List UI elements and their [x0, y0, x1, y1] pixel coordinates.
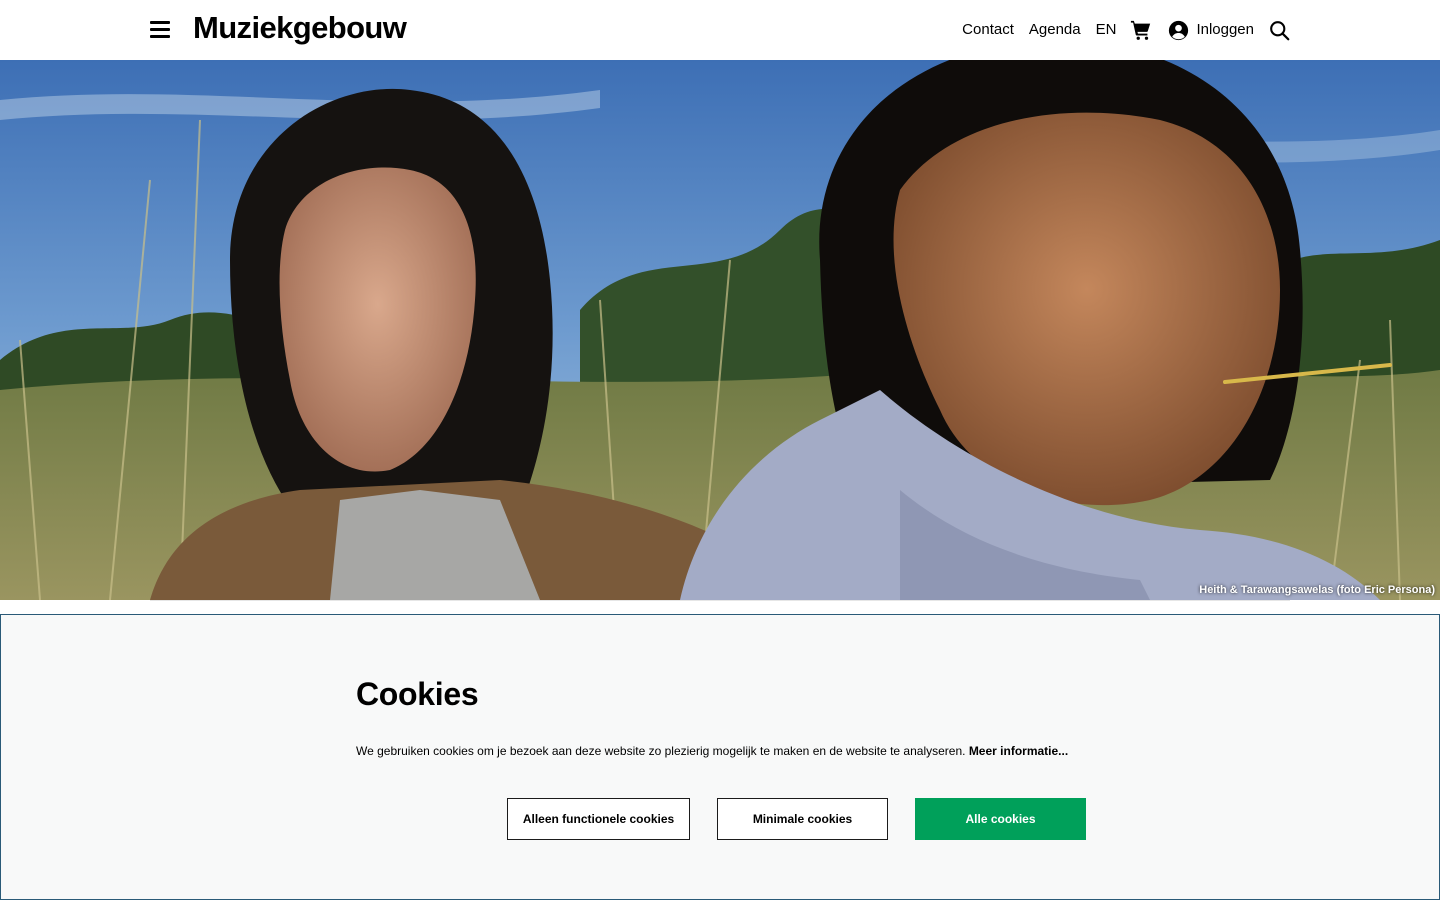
- language-switch-link[interactable]: EN: [1096, 18, 1117, 42]
- cart-icon[interactable]: [1130, 19, 1152, 41]
- accept-all-cookies-button[interactable]: Alle cookies: [915, 798, 1086, 840]
- menu-icon[interactable]: [150, 19, 170, 39]
- user-icon: [1169, 20, 1189, 40]
- cookie-title: Cookies: [356, 676, 479, 712]
- cookie-banner: Cookies We gebruiken cookies om je bezoe…: [0, 614, 1440, 900]
- cookie-description: We gebruiken cookies om je bezoek aan de…: [356, 743, 1068, 759]
- site-header: Muziekgebouw Contact Agenda EN Inloggen: [0, 0, 1440, 60]
- login-label: Inloggen: [1196, 21, 1254, 38]
- search-icon[interactable]: [1269, 20, 1290, 41]
- hero-image: Heith & Tarawangsawelas (foto Eric Perso…: [0, 60, 1440, 600]
- top-nav: Contact Agenda EN Inloggen: [962, 18, 1290, 42]
- hero-caption: Heith & Tarawangsawelas (foto Eric Perso…: [1199, 584, 1435, 596]
- site-logo[interactable]: Muziekgebouw: [193, 10, 407, 46]
- minimal-cookies-button[interactable]: Minimale cookies: [717, 798, 888, 840]
- content-card-edge: [150, 600, 1290, 614]
- login-button[interactable]: Inloggen: [1168, 18, 1254, 42]
- cookie-text: We gebruiken cookies om je bezoek aan de…: [356, 744, 966, 758]
- functional-cookies-button[interactable]: Alleen functionele cookies: [507, 798, 690, 840]
- nav-agenda-link[interactable]: Agenda: [1029, 18, 1081, 42]
- hero-photo: [0, 60, 1440, 600]
- nav-contact-link[interactable]: Contact: [962, 18, 1014, 42]
- more-info-link[interactable]: Meer informatie...: [969, 744, 1068, 758]
